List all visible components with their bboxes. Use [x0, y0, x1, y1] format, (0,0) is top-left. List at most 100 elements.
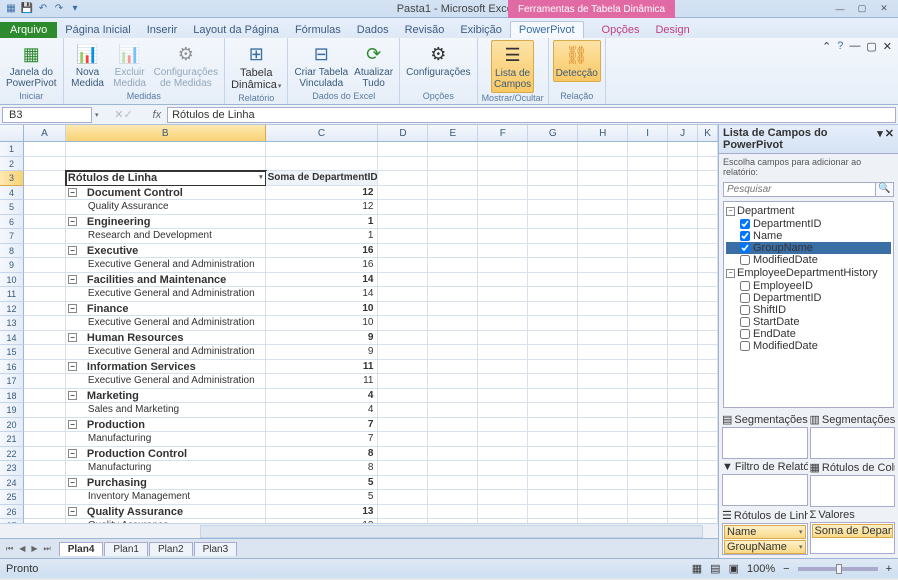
tab-view[interactable]: Exibição [452, 22, 510, 38]
row-header[interactable]: 8 [0, 244, 24, 259]
cell[interactable] [24, 171, 66, 186]
redo-icon[interactable]: ↷ [52, 2, 66, 16]
cell[interactable]: 9 [266, 345, 379, 360]
sheet-tab[interactable]: Plan3 [194, 542, 238, 556]
cell[interactable]: 16 [266, 244, 379, 259]
values-zone[interactable]: Soma de Depart...▾ [810, 522, 896, 554]
cell[interactable]: 13 [266, 505, 379, 520]
powerpivot-window-button[interactable]: ▦Janela doPowerPivot [4, 40, 59, 91]
cell[interactable] [528, 461, 578, 476]
cell[interactable] [24, 186, 66, 201]
cell[interactable] [668, 447, 698, 462]
cell[interactable] [668, 273, 698, 288]
field-table[interactable]: −Department [726, 204, 891, 218]
view-normal-icon[interactable]: ▦ [692, 562, 702, 575]
sheet-nav-next-icon[interactable]: ▶ [29, 544, 39, 554]
sheet-nav-last-icon[interactable]: ⏭ [42, 544, 53, 554]
cell[interactable] [478, 345, 528, 360]
tab-data[interactable]: Dados [349, 22, 397, 38]
workbook-min-icon[interactable]: — [849, 40, 860, 53]
col-header-J[interactable]: J [668, 125, 698, 141]
cell[interactable] [24, 229, 66, 244]
row-header[interactable]: 18 [0, 389, 24, 404]
cell[interactable] [528, 316, 578, 331]
cell[interactable] [428, 345, 478, 360]
cell[interactable] [528, 476, 578, 491]
cell[interactable] [24, 476, 66, 491]
cell[interactable] [578, 461, 628, 476]
tab-insert[interactable]: Inserir [139, 22, 186, 38]
cell[interactable] [528, 360, 578, 375]
field-checkbox[interactable] [740, 341, 750, 351]
field-checkbox[interactable] [740, 231, 750, 241]
cell[interactable] [628, 389, 668, 404]
row-header[interactable]: 21 [0, 432, 24, 447]
cell[interactable] [528, 374, 578, 389]
cell[interactable] [668, 476, 698, 491]
select-all-cell[interactable] [0, 125, 24, 141]
cell[interactable] [24, 447, 66, 462]
cell[interactable]: 4 [266, 403, 379, 418]
cell[interactable] [528, 215, 578, 230]
cell[interactable]: −Engineering [66, 215, 266, 230]
cell[interactable] [698, 345, 718, 360]
col-header-K[interactable]: K [698, 125, 718, 141]
cell[interactable] [378, 186, 428, 201]
cell[interactable] [378, 331, 428, 346]
cell[interactable] [428, 447, 478, 462]
cell[interactable] [668, 244, 698, 259]
cell[interactable] [24, 287, 66, 302]
cell[interactable] [478, 229, 528, 244]
tab-file[interactable]: Arquivo [0, 22, 57, 38]
cell[interactable]: −Production Control [66, 447, 266, 462]
cell[interactable] [428, 171, 478, 186]
cell[interactable] [628, 476, 668, 491]
sheet-nav-prev-icon[interactable]: ◀ [17, 544, 27, 554]
cell[interactable]: 14 [266, 273, 379, 288]
cell[interactable] [668, 418, 698, 433]
cell[interactable] [428, 389, 478, 404]
cell[interactable] [668, 360, 698, 375]
cell[interactable]: 8 [266, 461, 379, 476]
field-checkbox[interactable] [740, 305, 750, 315]
cell[interactable] [628, 157, 668, 172]
zone-pill[interactable]: GroupName▾ [724, 540, 806, 554]
cell[interactable] [628, 316, 668, 331]
cell[interactable] [24, 345, 66, 360]
field-list-button[interactable]: ☰Lista deCampos [491, 40, 534, 93]
slicer-h-zone[interactable] [810, 427, 896, 459]
cell[interactable] [578, 345, 628, 360]
cell[interactable] [628, 432, 668, 447]
cell[interactable] [478, 418, 528, 433]
cell[interactable] [628, 490, 668, 505]
row-header[interactable]: 15 [0, 345, 24, 360]
cell[interactable] [668, 345, 698, 360]
cell[interactable] [528, 447, 578, 462]
col-header-F[interactable]: F [478, 125, 528, 141]
cell[interactable] [428, 287, 478, 302]
cell[interactable] [478, 374, 528, 389]
cell[interactable] [578, 490, 628, 505]
qat-dropdown-icon[interactable]: ▾ [68, 2, 82, 16]
cell[interactable] [628, 403, 668, 418]
cell[interactable]: Manufacturing [66, 461, 266, 476]
cell[interactable] [24, 461, 66, 476]
cell[interactable] [24, 360, 66, 375]
cell[interactable] [698, 418, 718, 433]
cell[interactable] [266, 142, 379, 157]
cell[interactable] [628, 302, 668, 317]
cell[interactable] [578, 331, 628, 346]
cell[interactable] [66, 157, 266, 172]
cell[interactable] [378, 403, 428, 418]
cell[interactable] [578, 244, 628, 259]
cell[interactable] [428, 476, 478, 491]
cell[interactable] [528, 418, 578, 433]
rows-zone[interactable]: Name▾GroupName▾ [722, 523, 808, 555]
cell[interactable]: 7 [266, 432, 379, 447]
cell[interactable]: 10 [266, 316, 379, 331]
cell[interactable] [578, 215, 628, 230]
cell[interactable]: −Document Control [66, 186, 266, 201]
cell[interactable] [528, 345, 578, 360]
cell[interactable]: −Finance [66, 302, 266, 317]
cell[interactable] [24, 200, 66, 215]
